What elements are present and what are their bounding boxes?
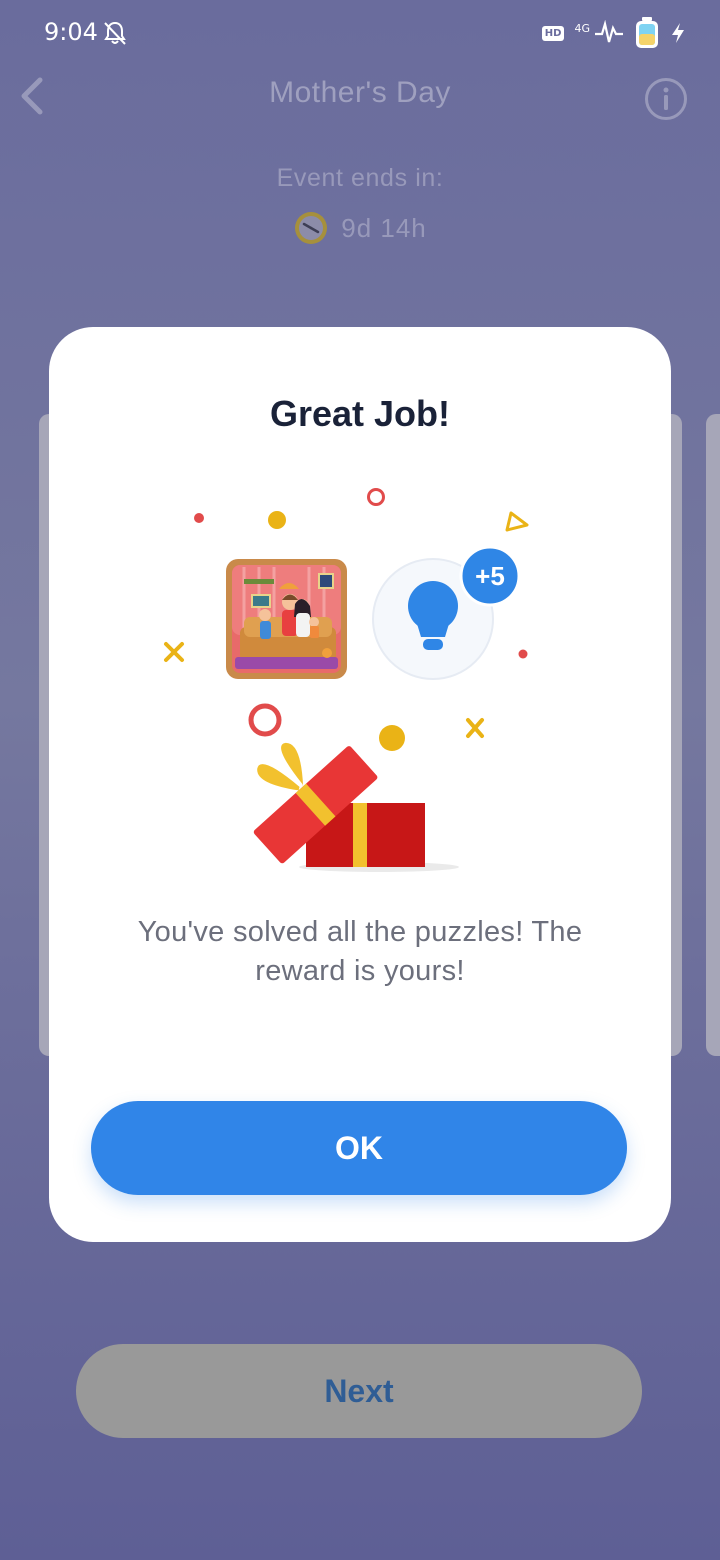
hint-reward: +5 [372,545,521,680]
event-timer: 9d 14h [0,210,720,246]
event-ends-label: Event ends in: [276,164,444,192]
network-type: 4G [574,21,590,35]
battery-icon [636,17,658,48]
signal-icon [595,20,623,43]
reward-count-badge: +5 [475,561,505,591]
gift-box-icon [253,742,459,872]
page-title: Mother's Day [269,76,451,109]
info-icon[interactable] [644,77,688,121]
charging-icon [672,23,684,43]
next-button[interactable]: Next [76,1344,642,1438]
time-remaining: 9d 14h [341,212,427,243]
background-card-next [706,414,720,1056]
status-icons: HD 4G [541,16,686,50]
hd-icon: HD [541,25,565,41]
status-time: 9:04 [44,18,98,46]
ok-button[interactable]: OK [91,1101,627,1195]
reward-illustration: +5 [164,488,529,872]
clock-icon [295,212,328,244]
reward-dialog: Great Job! +5 You've solved all the puzz… [49,327,671,1242]
status-bar: 9:04 HD 4G [0,0,720,66]
family-puzzle-thumbnail [226,559,347,679]
bell-off-icon [104,21,126,45]
dialog-title: Great Job! [269,393,451,434]
dialog-message: You've solved all the puzzles! The rewar… [137,916,583,987]
